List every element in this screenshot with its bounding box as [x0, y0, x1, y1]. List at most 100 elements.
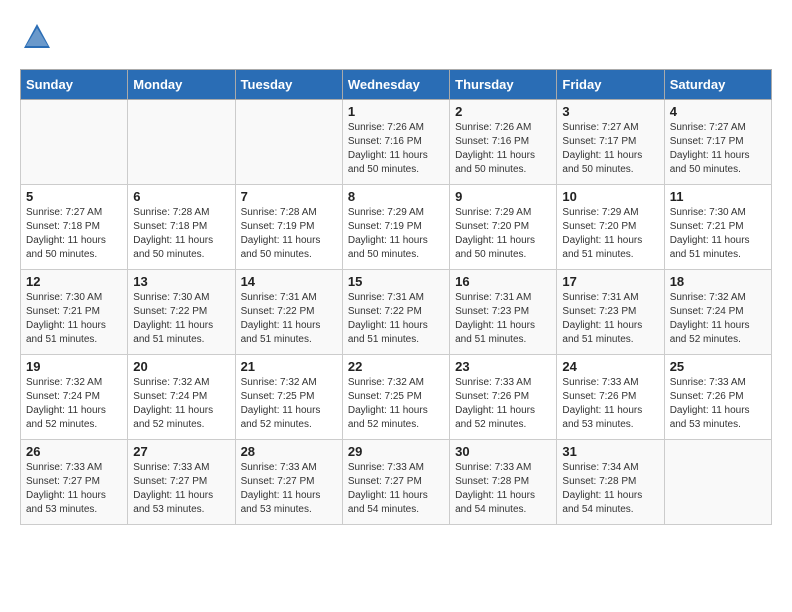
day-number: 7	[241, 189, 337, 204]
day-number: 12	[26, 274, 122, 289]
calendar-cell: 4 Sunrise: 7:27 AMSunset: 7:17 PMDaylight…	[664, 100, 771, 185]
calendar-cell: 10 Sunrise: 7:29 AMSunset: 7:20 PMDayligh…	[557, 185, 664, 270]
weekday-tuesday: Tuesday	[235, 70, 342, 100]
weekday-sunday: Sunday	[21, 70, 128, 100]
calendar-cell: 11Sunrise: 7:30 AMSunset: 7:21 PMDayligh…	[664, 185, 771, 270]
day-number: 14	[241, 274, 337, 289]
calendar-cell	[664, 440, 771, 525]
day-number: 5	[26, 189, 122, 204]
calendar-cell: 27 Sunrise: 7:33 AMSunset: 7:27 PMDayligh…	[128, 440, 235, 525]
calendar-cell: 9 Sunrise: 7:29 AMSunset: 7:20 PMDaylight…	[450, 185, 557, 270]
day-info: Sunrise: 7:29 AMSunset: 7:19 PMDaylight:…	[348, 206, 444, 262]
day-info: Sunrise: 7:32 AMSunset: 7:24 PMDaylight:…	[26, 376, 122, 432]
calendar-cell: 25 Sunrise: 7:33 AMSunset: 7:26 PMDayligh…	[664, 355, 771, 440]
day-number: 21	[241, 359, 337, 374]
calendar-cell: 15Sunrise: 7:31 AMSunset: 7:22 PMDayligh…	[342, 270, 449, 355]
calendar-cell: 7 Sunrise: 7:28 AMSunset: 7:19 PMDaylight…	[235, 185, 342, 270]
day-info: Sunrise: 7:33 AMSunset: 7:28 PMDaylight:…	[455, 461, 551, 517]
calendar-cell: 18 Sunrise: 7:32 AMSunset: 7:24 PMDayligh…	[664, 270, 771, 355]
logo-icon	[20, 20, 54, 54]
calendar-cell: 19 Sunrise: 7:32 AMSunset: 7:24 PMDayligh…	[21, 355, 128, 440]
day-number: 8	[348, 189, 444, 204]
day-number: 31	[562, 444, 658, 459]
day-number: 18	[670, 274, 766, 289]
day-number: 24	[562, 359, 658, 374]
day-number: 19	[26, 359, 122, 374]
day-number: 23	[455, 359, 551, 374]
calendar-cell: 5 Sunrise: 7:27 AMSunset: 7:18 PMDaylight…	[21, 185, 128, 270]
calendar-header: SundayMondayTuesdayWednesdayThursdayFrid…	[21, 70, 772, 100]
calendar-cell	[235, 100, 342, 185]
day-number: 10	[562, 189, 658, 204]
day-info: Sunrise: 7:33 AMSunset: 7:27 PMDaylight:…	[348, 461, 444, 517]
calendar-cell: 23Sunrise: 7:33 AMSunset: 7:26 PMDayligh…	[450, 355, 557, 440]
day-number: 4	[670, 104, 766, 119]
day-number: 1	[348, 104, 444, 119]
day-info: Sunrise: 7:31 AMSunset: 7:22 PMDaylight:…	[241, 291, 337, 347]
day-info: Sunrise: 7:32 AMSunset: 7:25 PMDaylight:…	[348, 376, 444, 432]
day-info: Sunrise: 7:28 AMSunset: 7:19 PMDaylight:…	[241, 206, 337, 262]
calendar-body: 1 Sunrise: 7:26 AMSunset: 7:16 PMDaylight…	[21, 100, 772, 525]
day-number: 3	[562, 104, 658, 119]
day-number: 9	[455, 189, 551, 204]
calendar-cell: 1 Sunrise: 7:26 AMSunset: 7:16 PMDaylight…	[342, 100, 449, 185]
calendar-cell: 16Sunrise: 7:31 AMSunset: 7:23 PMDayligh…	[450, 270, 557, 355]
day-info: Sunrise: 7:26 AMSunset: 7:16 PMDaylight:…	[348, 121, 444, 177]
day-number: 11	[670, 189, 766, 204]
calendar-cell: 24 Sunrise: 7:33 AMSunset: 7:26 PMDayligh…	[557, 355, 664, 440]
day-info: Sunrise: 7:30 AMSunset: 7:21 PMDaylight:…	[26, 291, 122, 347]
calendar-cell: 14 Sunrise: 7:31 AMSunset: 7:22 PMDayligh…	[235, 270, 342, 355]
calendar-week-3: 12 Sunrise: 7:30 AMSunset: 7:21 PMDayligh…	[21, 270, 772, 355]
weekday-thursday: Thursday	[450, 70, 557, 100]
day-info: Sunrise: 7:27 AMSunset: 7:17 PMDaylight:…	[562, 121, 658, 177]
calendar-cell: 22 Sunrise: 7:32 AMSunset: 7:25 PMDayligh…	[342, 355, 449, 440]
day-info: Sunrise: 7:33 AMSunset: 7:26 PMDaylight:…	[562, 376, 658, 432]
day-number: 25	[670, 359, 766, 374]
day-number: 29	[348, 444, 444, 459]
calendar-cell: 6Sunrise: 7:28 AMSunset: 7:18 PMDaylight…	[128, 185, 235, 270]
calendar-cell: 17 Sunrise: 7:31 AMSunset: 7:23 PMDayligh…	[557, 270, 664, 355]
day-number: 30	[455, 444, 551, 459]
calendar-cell: 28 Sunrise: 7:33 AMSunset: 7:27 PMDayligh…	[235, 440, 342, 525]
day-number: 28	[241, 444, 337, 459]
day-info: Sunrise: 7:29 AMSunset: 7:20 PMDaylight:…	[455, 206, 551, 262]
calendar-cell: 13 Sunrise: 7:30 AMSunset: 7:22 PMDayligh…	[128, 270, 235, 355]
day-number: 22	[348, 359, 444, 374]
day-number: 17	[562, 274, 658, 289]
calendar-week-2: 5 Sunrise: 7:27 AMSunset: 7:18 PMDaylight…	[21, 185, 772, 270]
calendar-week-4: 19 Sunrise: 7:32 AMSunset: 7:24 PMDayligh…	[21, 355, 772, 440]
day-info: Sunrise: 7:32 AMSunset: 7:25 PMDaylight:…	[241, 376, 337, 432]
day-info: Sunrise: 7:31 AMSunset: 7:23 PMDaylight:…	[562, 291, 658, 347]
calendar-cell: 3 Sunrise: 7:27 AMSunset: 7:17 PMDaylight…	[557, 100, 664, 185]
day-number: 27	[133, 444, 229, 459]
day-info: Sunrise: 7:30 AMSunset: 7:22 PMDaylight:…	[133, 291, 229, 347]
day-info: Sunrise: 7:33 AMSunset: 7:27 PMDaylight:…	[133, 461, 229, 517]
day-info: Sunrise: 7:33 AMSunset: 7:26 PMDaylight:…	[670, 376, 766, 432]
day-number: 2	[455, 104, 551, 119]
day-info: Sunrise: 7:27 AMSunset: 7:18 PMDaylight:…	[26, 206, 122, 262]
calendar-cell: 8 Sunrise: 7:29 AMSunset: 7:19 PMDaylight…	[342, 185, 449, 270]
weekday-monday: Monday	[128, 70, 235, 100]
day-info: Sunrise: 7:31 AMSunset: 7:23 PMDaylight:…	[455, 291, 551, 347]
calendar-cell: 29 Sunrise: 7:33 AMSunset: 7:27 PMDayligh…	[342, 440, 449, 525]
calendar-week-5: 26Sunrise: 7:33 AMSunset: 7:27 PMDayligh…	[21, 440, 772, 525]
calendar-cell	[21, 100, 128, 185]
day-info: Sunrise: 7:29 AMSunset: 7:20 PMDaylight:…	[562, 206, 658, 262]
day-info: Sunrise: 7:26 AMSunset: 7:16 PMDaylight:…	[455, 121, 551, 177]
day-info: Sunrise: 7:33 AMSunset: 7:27 PMDaylight:…	[26, 461, 122, 517]
weekday-header-row: SundayMondayTuesdayWednesdayThursdayFrid…	[21, 70, 772, 100]
day-number: 15	[348, 274, 444, 289]
calendar-cell: 2 Sunrise: 7:26 AMSunset: 7:16 PMDaylight…	[450, 100, 557, 185]
calendar-cell: 26Sunrise: 7:33 AMSunset: 7:27 PMDayligh…	[21, 440, 128, 525]
day-info: Sunrise: 7:27 AMSunset: 7:17 PMDaylight:…	[670, 121, 766, 177]
day-info: Sunrise: 7:32 AMSunset: 7:24 PMDaylight:…	[133, 376, 229, 432]
day-number: 13	[133, 274, 229, 289]
calendar-week-1: 1 Sunrise: 7:26 AMSunset: 7:16 PMDaylight…	[21, 100, 772, 185]
calendar-cell: 31 Sunrise: 7:34 AMSunset: 7:28 PMDayligh…	[557, 440, 664, 525]
day-info: Sunrise: 7:33 AMSunset: 7:27 PMDaylight:…	[241, 461, 337, 517]
weekday-saturday: Saturday	[664, 70, 771, 100]
day-info: Sunrise: 7:34 AMSunset: 7:28 PMDaylight:…	[562, 461, 658, 517]
calendar-cell: 12 Sunrise: 7:30 AMSunset: 7:21 PMDayligh…	[21, 270, 128, 355]
day-info: Sunrise: 7:32 AMSunset: 7:24 PMDaylight:…	[670, 291, 766, 347]
day-info: Sunrise: 7:28 AMSunset: 7:18 PMDaylight:…	[133, 206, 229, 262]
